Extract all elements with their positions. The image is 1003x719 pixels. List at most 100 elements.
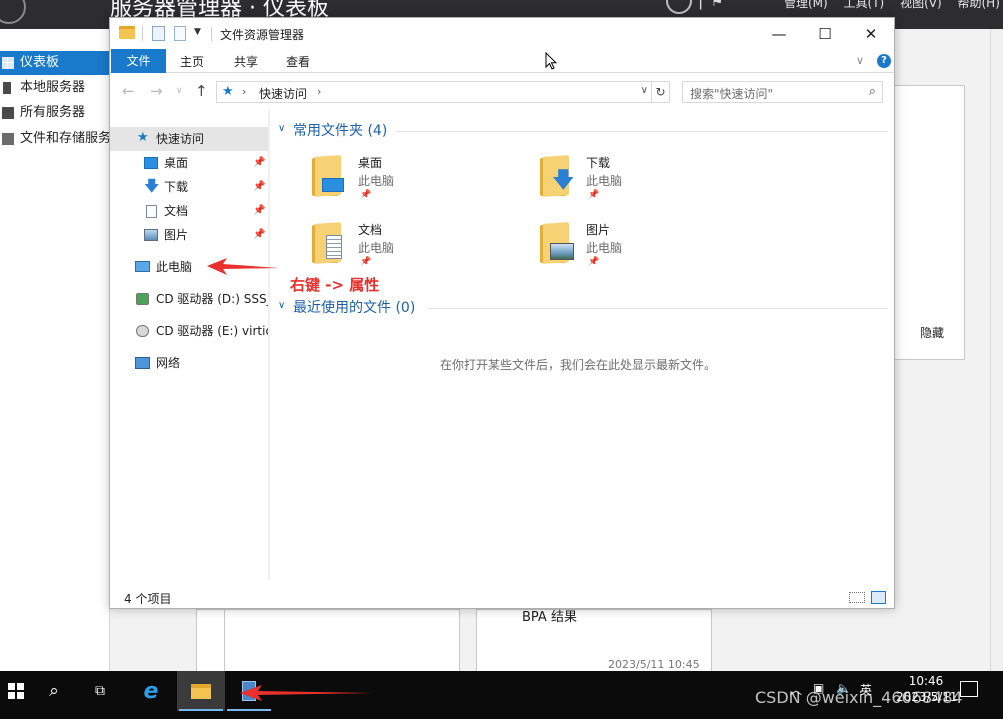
nav-label: 快速访问 xyxy=(156,132,205,146)
nav-drive-d[interactable]: CD 驱动器 (D:) SSS_ xyxy=(110,287,268,311)
chevron-down-icon[interactable]: ∨ xyxy=(278,123,285,134)
clock-time: 10:46 xyxy=(908,674,944,688)
nav-desktop[interactable]: 桌面 📌 xyxy=(110,151,268,175)
nav-drive-e[interactable]: CD 驱动器 (E:) virtio xyxy=(110,319,268,343)
file-explorer-button[interactable] xyxy=(177,671,225,711)
sidebar-item-local-server[interactable]: 本地服务器 xyxy=(0,76,110,100)
nav-downloads[interactable]: 🡇 下载 📌 xyxy=(110,175,268,199)
refresh-button[interactable]: ↻ xyxy=(652,81,670,103)
desktop-folder-icon xyxy=(312,154,348,198)
document-icon xyxy=(146,205,157,218)
close-button[interactable]: ✕ xyxy=(848,18,894,49)
folder-tile-desktop[interactable]: 桌面 此电脑 📌 xyxy=(272,154,482,210)
back-button[interactable]: ← xyxy=(122,82,135,100)
server-manager-menus: 管理(M) 工具(T) 视图(V) 帮助(H) xyxy=(784,0,1003,11)
chevron-down-icon[interactable]: ∨ xyxy=(278,300,285,311)
folder-name: 桌面 xyxy=(358,156,383,170)
sidebar-item-file-storage[interactable]: 文件和存储服务 xyxy=(0,127,110,151)
mouse-cursor-icon xyxy=(545,52,557,70)
address-row: ← → ∨ ↑ ★ › 快速访问 › ∨ ↻ 搜索"快速访问" ⌕ xyxy=(110,74,894,110)
navigation-pane-scrollbar[interactable] xyxy=(268,110,270,580)
folder-tile-documents[interactable]: 文档 此电脑 📌 xyxy=(272,221,482,277)
customize-dropdown-icon[interactable]: ▼ xyxy=(194,27,201,37)
downloads-folder-icon: 🡇 xyxy=(540,154,576,198)
pin-icon[interactable]: 📌 xyxy=(253,223,265,247)
search-input[interactable]: 搜索"快速访问" ⌕ xyxy=(682,81,883,103)
help-icon[interactable]: ? xyxy=(877,54,891,68)
desktop-icon xyxy=(144,157,158,169)
notification-flag-icon[interactable]: ▏⚑ xyxy=(700,0,723,10)
group-title: 常用文件夹 (4) xyxy=(293,123,388,139)
properties-icon[interactable] xyxy=(152,26,165,41)
minimize-button[interactable]: — xyxy=(756,18,802,49)
nav-label: 此电脑 xyxy=(156,260,193,274)
search-icon[interactable]: ⌕ xyxy=(869,84,876,99)
sidebar-item-label: 文件和存储服务 xyxy=(20,131,110,146)
folder-tile-downloads[interactable]: 🡇 下载 此电脑 📌 xyxy=(500,154,710,210)
tab-file[interactable]: 文件 xyxy=(111,49,166,73)
up-button[interactable]: ↑ xyxy=(195,82,208,100)
forward-button[interactable]: → xyxy=(150,82,163,100)
maximize-button[interactable]: ☐ xyxy=(802,18,848,49)
group-recent-files[interactable]: ∨ 最近使用的文件 (0) xyxy=(272,297,888,319)
menu-tools[interactable]: 工具(T) xyxy=(844,0,885,10)
tab-share[interactable]: 共享 xyxy=(224,51,268,73)
pin-icon[interactable]: 📌 xyxy=(253,199,265,223)
nav-label: CD 驱动器 (D:) SSS_ xyxy=(156,292,268,306)
sidebar-item-label: 仪表板 xyxy=(20,55,60,70)
tab-view[interactable]: 查看 xyxy=(276,51,320,73)
refresh-icon[interactable] xyxy=(666,0,692,14)
sidebar-item-label: 所有服务器 xyxy=(20,105,86,120)
pin-icon: 📌 xyxy=(360,257,372,267)
expand-ribbon-icon[interactable]: ∨ xyxy=(856,54,864,67)
task-view-button[interactable]: ⧉ xyxy=(76,671,124,711)
new-folder-icon[interactable] xyxy=(174,26,186,41)
back-arrow-icon[interactable] xyxy=(0,0,26,24)
menu-help[interactable]: 帮助(H) xyxy=(957,0,999,10)
chevron-right-icon[interactable]: › xyxy=(317,85,321,98)
tab-home[interactable]: 主页 xyxy=(170,51,214,73)
chevron-right-icon[interactable]: › xyxy=(242,85,246,98)
recent-locations-icon[interactable]: ∨ xyxy=(176,86,183,96)
hide-link[interactable]: 隐藏 xyxy=(920,324,944,341)
dashboard-scrollbar[interactable] xyxy=(990,29,1003,671)
cd-drive-icon xyxy=(136,293,149,305)
folder-tile-pictures[interactable]: 图片 此电脑 📌 xyxy=(500,221,710,277)
dashboard-tile xyxy=(196,609,226,671)
quick-access-star-icon: ★ xyxy=(222,84,234,99)
picture-icon xyxy=(144,229,158,241)
documents-folder-icon xyxy=(312,221,348,265)
nav-label: 桌面 xyxy=(164,156,189,170)
ribbon-tabs: 文件 主页 共享 查看 ∨ ? xyxy=(110,49,894,73)
folder-icon xyxy=(119,26,135,39)
large-icons-view-icon[interactable] xyxy=(871,591,886,604)
details-view-icon[interactable] xyxy=(849,592,865,603)
annotation-text: 右键 -> 属性 xyxy=(290,276,380,294)
content-pane: ∨ 常用文件夹 (4) 桌面 此电脑 📌 🡇 下载 此电脑 📌 文档 此电脑 📌… xyxy=(272,110,894,580)
computer-icon xyxy=(135,261,150,272)
group-frequent-folders[interactable]: ∨ 常用文件夹 (4) xyxy=(272,120,888,142)
internet-explorer-button[interactable]: e xyxy=(127,671,175,711)
menu-view[interactable]: 视图(V) xyxy=(900,0,942,10)
title-bar[interactable]: ▼ 文件资源管理器 — ☐ ✕ xyxy=(110,18,894,49)
divider xyxy=(396,131,888,132)
sidebar-item-dashboard[interactable]: 仪表板 xyxy=(0,51,110,75)
address-bar[interactable]: ★ › 快速访问 › ∨ xyxy=(216,81,652,103)
divider xyxy=(211,27,212,41)
status-bar: 4 个项目 xyxy=(110,588,894,608)
nav-documents[interactable]: 文档 📌 xyxy=(110,199,268,223)
pin-icon[interactable]: 📌 xyxy=(253,151,265,175)
sidebar-item-all-servers[interactable]: 所有服务器 xyxy=(0,101,110,125)
nav-network[interactable]: 网络 xyxy=(110,351,268,375)
pin-icon[interactable]: 📌 xyxy=(253,175,265,199)
task-view-icon: ⧉ xyxy=(95,683,105,699)
servers-icon xyxy=(2,107,14,119)
pin-icon: 📌 xyxy=(588,190,600,200)
menu-manage[interactable]: 管理(M) xyxy=(784,0,828,10)
folder-location: 此电脑 xyxy=(358,174,395,188)
nav-quick-access[interactable]: ★ 快速访问 xyxy=(110,127,268,151)
breadcrumb[interactable]: 快速访问 xyxy=(259,85,307,102)
nav-pictures[interactable]: 图片 📌 xyxy=(110,223,268,247)
search-button[interactable]: ⌕ xyxy=(30,671,78,711)
address-dropdown-icon[interactable]: ∨ xyxy=(641,85,648,96)
